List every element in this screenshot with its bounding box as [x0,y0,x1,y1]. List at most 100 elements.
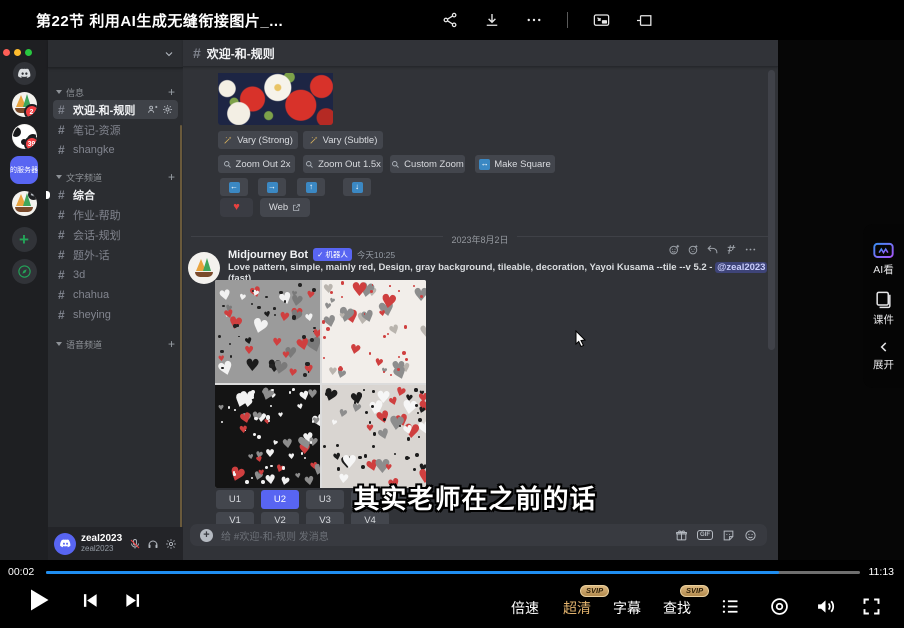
message-image-hearts-grid[interactable]: ♥♥♥♥♥♥♥♥♥♥♥♥♥♥♥♥♥♥♥♥♥♥♥♥♥♥♥♥♥♥♥♥♥♥ ♥♥♥♥♥… [215,280,426,488]
server-avatar-sailboat-2[interactable] [12,191,37,216]
next-button[interactable] [124,591,143,610]
create-channel-button[interactable]: + [168,170,175,184]
unread-badge: 2 [24,104,37,117]
heart-reaction[interactable]: ♥ [220,198,253,217]
previous-button[interactable] [80,591,99,610]
gift-button[interactable] [675,529,688,542]
courseware-book-icon [874,290,893,309]
sticker-button[interactable] [722,529,735,542]
compass-icon [17,264,32,279]
super-reaction-button[interactable] [687,243,700,256]
volume-button[interactable] [815,596,836,617]
thread-icon [725,243,738,256]
pan-left-button[interactable]: ← [220,178,248,196]
custom-zoom-button[interactable]: Custom Zoom [390,155,465,173]
close-window-button[interactable] [3,49,10,56]
titlebar-divider [567,12,568,28]
channel-offtopic[interactable]: # 题外-话 [53,245,178,264]
discord-logo-icon [59,539,72,549]
more-button[interactable] [525,11,543,29]
reply-button[interactable] [706,243,719,256]
discord-home-button[interactable] [13,62,36,85]
message-image-strawberry[interactable] [218,73,333,125]
grid-quadrant-3: ♥♥♥♥♥♥♥♥♥♥♥♥♥♥♥♥♥♥♥♥♥♥♥♥♥♥♥♥♥♥♥♥♥♥♥♥♥♥♥♥ [215,385,320,488]
mic-muted-button[interactable] [129,538,141,550]
user-tag: zeal2023 [81,545,122,553]
zoom-out-2x-button[interactable]: Zoom Out 2x [218,155,295,173]
create-channel-button[interactable]: + [168,337,175,351]
user-avatar[interactable] [54,533,76,555]
channel-notes-resources[interactable]: # 笔记-资源 [53,120,178,139]
server-avatar-panda[interactable]: 39 [12,124,37,149]
channel-session-planning[interactable]: # 会话-规划 [53,225,178,244]
channel-3d[interactable]: # 3d [53,265,178,284]
share-button[interactable] [441,11,459,29]
channel-welcome-rules[interactable]: # 欢迎-和-规则 [53,100,178,119]
zoom-out-1-5x-button[interactable]: Zoom Out 1.5x [303,155,383,173]
player-bar: 00:02 11:13 倍速 超清 SVIP 字幕 查找 SVIP [0,560,904,628]
sidebar-scrollbar[interactable] [180,125,182,575]
channel-shangke[interactable]: # shangke [53,140,178,159]
make-square-button[interactable]: ↔ Make Square [475,155,555,173]
grid-quadrant-4: ♥♥♥♥♥♥♥♥♥♥♥♥♥♥♥♥♥♥♥♥♥♥♥♥♥♥♥♥♥♥♥♥♥♥ [322,385,427,488]
channel-settings-gear-icon[interactable] [162,104,173,115]
server-avatar-current[interactable]: 的服务器 [10,156,38,184]
maximize-window-button[interactable] [25,49,32,56]
message-input[interactable]: + 给 #欢迎-和-规则 发消息 GIF [190,524,767,546]
emoji-button[interactable] [744,529,757,542]
invite-people-icon[interactable] [147,104,158,115]
gif-button[interactable]: GIF [697,530,713,540]
expand-button[interactable]: 展开 [873,340,894,372]
message-more-button[interactable] [744,243,757,256]
window-controls [3,49,32,56]
find-button[interactable]: 查找 SVIP [663,598,691,618]
category-info[interactable]: 信息 + [48,85,183,99]
deafen-button[interactable] [147,538,159,550]
heart-icon: ♥ [233,202,240,213]
add-reaction-button[interactable] [668,243,681,256]
svip-badge: SVIP [580,585,609,597]
message-author[interactable]: Midjourney Bot [228,249,308,261]
minimize-window-button[interactable] [14,49,21,56]
create-channel-button[interactable]: + [168,85,175,99]
speed-button[interactable]: 倍速 [511,598,539,618]
check-icon: ✓ [317,250,323,259]
arrow-left-icon: ← [229,182,240,193]
server-header-dropdown[interactable] [48,40,183,68]
playlist-button[interactable] [720,596,741,617]
message-input-placeholder: 给 #欢迎-和-规则 发消息 [221,528,667,543]
play-button[interactable] [24,586,52,614]
explore-servers-button[interactable] [12,259,37,284]
category-text-channels[interactable]: 文字频道 + [48,170,183,184]
user-mention[interactable]: @zeal2023 [715,262,767,273]
web-link-button[interactable]: Web [260,198,310,217]
attach-file-button[interactable]: + [200,529,213,542]
channel-sheying[interactable]: # sheying [53,305,178,324]
pan-down-button[interactable]: ↓ [343,178,371,196]
add-server-button[interactable]: + [12,227,37,252]
create-thread-button[interactable] [725,243,738,256]
subtitle-button[interactable]: 字幕 [613,598,641,618]
channel-general[interactable]: # 综合 [53,185,178,204]
fullscreen-button[interactable] [861,596,882,617]
user-settings-button[interactable] [165,538,177,550]
pan-up-button[interactable]: ↑ [297,178,325,196]
record-button[interactable] [769,596,790,617]
channel-homework-help[interactable]: # 作业-帮助 [53,205,178,224]
upscale-1-button[interactable]: U1 [216,490,254,509]
server-avatar-sailboat[interactable]: 2 [12,92,37,117]
courseware-button[interactable]: 课件 [873,290,894,327]
hash-icon: # [58,143,68,157]
cast-to-tv-button[interactable] [635,11,654,30]
vary-subtle-button[interactable]: Vary (Subtle) [303,131,383,149]
category-voice-channels[interactable]: 语音频道 + [48,337,183,351]
download-button[interactable] [483,11,501,29]
picture-in-picture-button[interactable] [592,11,611,30]
ai-watch-button[interactable]: AI看 [873,241,894,277]
hash-icon: # [58,103,68,117]
quality-button[interactable]: 超清 SVIP [563,598,591,618]
vary-strong-button[interactable]: Vary (Strong) [218,131,298,149]
pan-right-button[interactable]: → [258,178,286,196]
channel-chahua[interactable]: # chahua [53,285,178,304]
chat-scrollbar[interactable] [768,70,775,350]
